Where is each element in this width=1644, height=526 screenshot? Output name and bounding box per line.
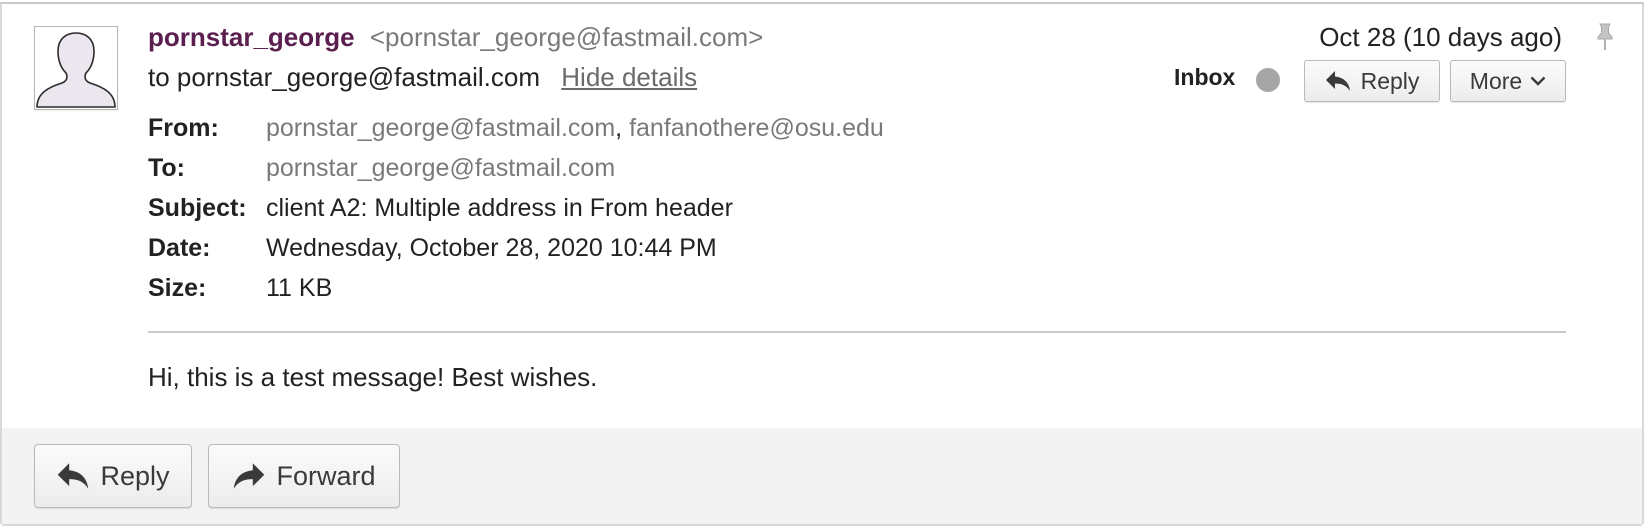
recipient-summary: to pornstar_george@fastmail.com [148, 62, 541, 92]
reply-arrow-icon [58, 463, 89, 489]
mailbox-label[interactable]: Inbox [1174, 64, 1235, 91]
pin-icon[interactable] [1594, 22, 1616, 52]
subject-label: Subject: [148, 194, 247, 222]
from-address-1[interactable]: pornstar_george@fastmail.com [266, 114, 615, 142]
default-avatar-icon [35, 27, 117, 109]
size-label: Size: [148, 274, 207, 302]
message-footer: Reply Forward [2, 428, 1642, 526]
size-value: 11 KB [266, 274, 333, 302]
recipient-line: to pornstar_george@fastmail.com Hide det… [148, 62, 697, 93]
sender-name[interactable]: pornstar_george [148, 22, 355, 52]
header-divider [148, 331, 1566, 333]
chevron-down-icon [1530, 76, 1546, 86]
from-value: pornstar_george@fastmail.com, fanfanothe… [266, 108, 884, 148]
subject-value: client A2: Multiple address in From head… [266, 194, 733, 222]
from-label: From: [148, 114, 219, 142]
forward-arrow-icon [234, 463, 265, 489]
to-address[interactable]: pornstar_george@fastmail.com [266, 148, 615, 188]
sender-line: pornstar_george <pornstar_george@fastmai… [148, 22, 763, 53]
reply-arrow-icon [1325, 71, 1350, 91]
message-date: Oct 28 (10 days ago) [1319, 22, 1562, 52]
date-label: Date: [148, 234, 211, 262]
hide-details-link[interactable]: Hide details [561, 62, 697, 92]
footer-reply-button[interactable]: Reply [34, 444, 192, 508]
more-label: More [1469, 67, 1523, 94]
date-value: Wednesday, October 28, 2020 10:44 PM [266, 234, 717, 262]
forward-button[interactable]: Forward [208, 444, 400, 508]
footer-reply-label: Reply [100, 460, 170, 491]
avatar [34, 26, 118, 110]
reply-button[interactable]: Reply [1304, 60, 1440, 102]
sender-email: <pornstar_george@fastmail.com> [369, 22, 764, 52]
message-view: pornstar_george <pornstar_george@fastmai… [0, 2, 1644, 526]
unread-status-dot[interactable] [1256, 68, 1280, 92]
from-separator: , [615, 114, 623, 142]
reply-label: Reply [1360, 67, 1420, 94]
to-label: To: [148, 154, 186, 182]
message-body: Hi, this is a test message! Best wishes. [148, 362, 598, 392]
from-address-2[interactable]: fanfanothere@osu.edu [629, 114, 884, 142]
forward-label: Forward [276, 460, 376, 491]
more-button[interactable]: More [1450, 60, 1566, 102]
